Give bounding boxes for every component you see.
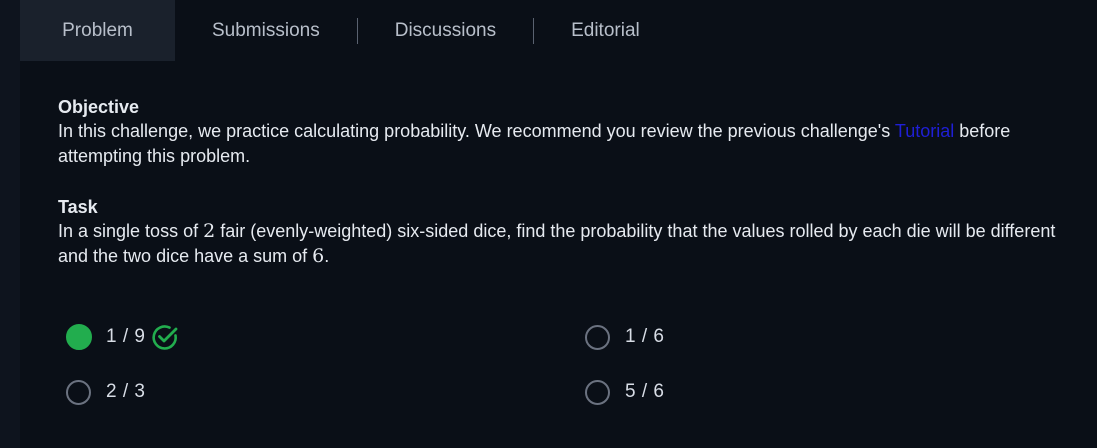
tab-editorial[interactable]: Editorial (534, 0, 677, 61)
objective-text: In this challenge, we practice calculati… (58, 119, 1088, 169)
option-label: 1 / 6 (625, 326, 665, 347)
option-2-3[interactable]: 2 / 3 (66, 375, 145, 409)
objective-heading: Objective (58, 97, 140, 117)
task-text: In a single toss of 2 fair (evenly-weigh… (58, 219, 1088, 269)
tab-bar: Problem Submissions Discussions Editoria… (20, 0, 677, 61)
option-5-6[interactable]: 5 / 6 (585, 375, 664, 409)
tab-problem[interactable]: Problem (20, 0, 175, 61)
objective-text-before-link: In this challenge, we practice calculati… (58, 121, 891, 141)
answer-options: 1 / 9 1 / 6 2 / 3 5 / 6 (66, 320, 1066, 420)
problem-statement: Objective In this challenge, we practice… (58, 95, 1088, 269)
tab-discussions[interactable]: Discussions (358, 0, 533, 61)
option-1-6[interactable]: 1 / 6 (585, 320, 664, 354)
task-heading: Task (58, 197, 98, 217)
radio-unselected[interactable] (585, 324, 610, 350)
task-text-part3: . (324, 246, 330, 266)
option-1-9[interactable]: 1 / 9 (66, 320, 179, 354)
option-label: 5 / 6 (625, 381, 665, 402)
tutorial-link[interactable]: Tutorial (895, 121, 954, 141)
check-circle-icon (151, 323, 179, 351)
task-section: Task In a single toss of 2 fair (evenly-… (58, 195, 1088, 269)
task-text-part1: In a single toss of (58, 221, 199, 241)
radio-unselected[interactable] (585, 379, 610, 405)
radio-unselected[interactable] (66, 379, 91, 405)
option-label: 1 / 9 (106, 326, 146, 347)
tab-submissions[interactable]: Submissions (175, 0, 357, 61)
sum-math: 6 (312, 245, 325, 267)
dice-count-math: 2 (203, 220, 216, 242)
radio-selected[interactable] (66, 324, 92, 350)
page: Problem Submissions Discussions Editoria… (0, 0, 1097, 448)
option-label: 2 / 3 (106, 381, 146, 402)
